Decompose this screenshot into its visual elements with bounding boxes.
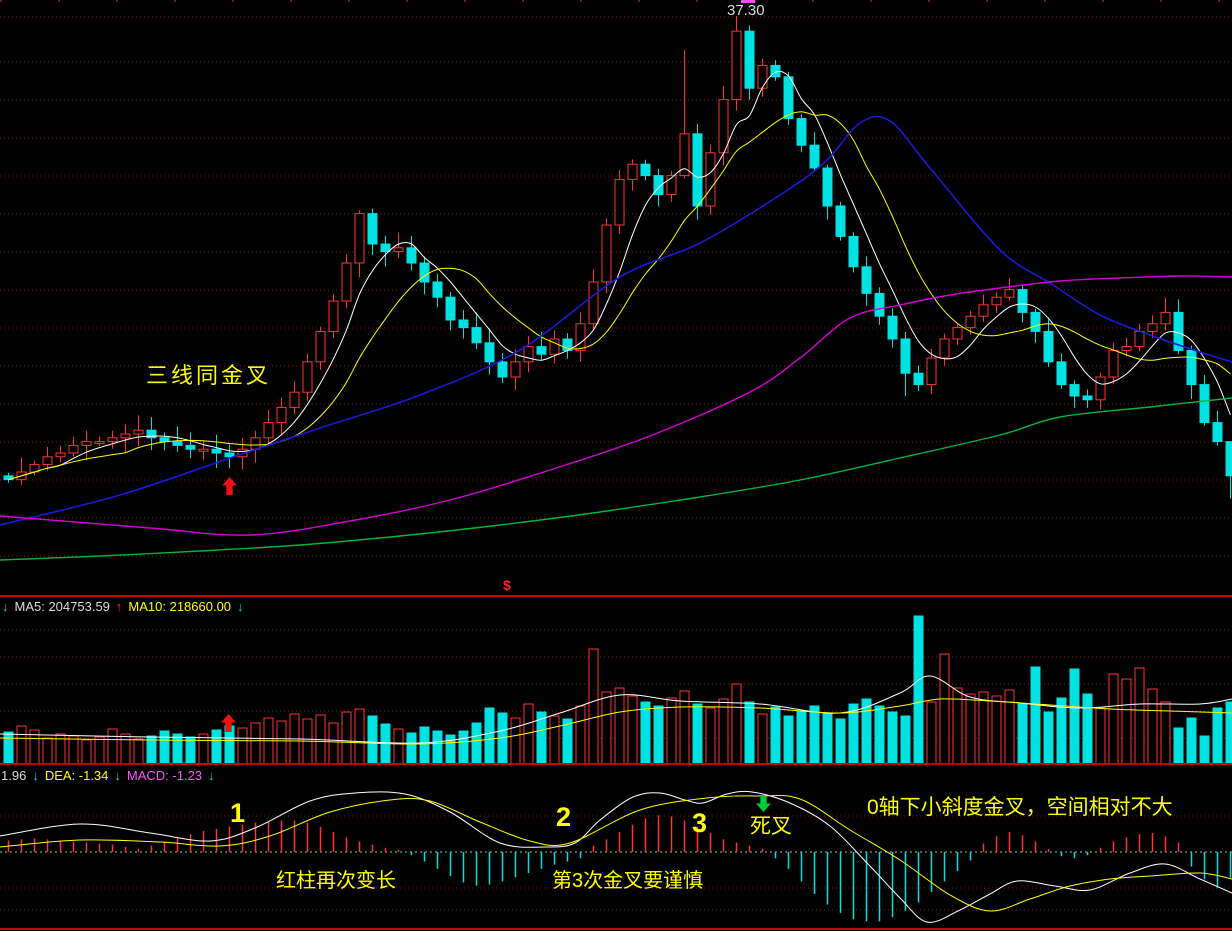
buy-signal-up-arrow-icon: [222, 477, 237, 500]
macd-histogram-layer: [9, 815, 1231, 921]
volume-ma5-up-arrow-icon: ↑: [116, 599, 123, 614]
golden-cross-1-label: 1: [230, 800, 245, 827]
macd-dea-label: DEA: -1.34: [45, 768, 109, 783]
red-bars-note: 红柱再次变长: [276, 871, 396, 891]
chart-canvas[interactable]: [0, 0, 1232, 931]
third-cross-note: 第3次金叉要谨慎: [552, 871, 703, 891]
volume-lead-down-arrow-icon: ↓: [2, 599, 9, 614]
macd-down-arrow-icon: ↓: [208, 768, 215, 783]
golden-cross-annotation: 三线同金叉: [146, 365, 271, 387]
macd-value-label: MACD: -1.23: [127, 768, 202, 783]
death-cross-down-arrow-icon: [756, 796, 771, 817]
death-cross-label: 死叉: [750, 816, 792, 837]
macd-indicator-labels: 1.96 ↓ DEA: -1.34 ↓ MACD: -1.23 ↓: [1, 768, 215, 783]
volume-ma5-label: MA5: 204753.59: [15, 599, 110, 614]
volume-indicator-labels: ↓ MA5: 204753.59 ↑ MA10: 218660.00 ↓: [2, 599, 244, 614]
dividend-marker: $: [503, 578, 511, 592]
golden-cross-3-label: 3: [692, 810, 707, 837]
golden-cross-2-label: 2: [556, 804, 571, 831]
zero-axis-note: 0轴下小斜度金叉，空间相对不大: [867, 797, 1173, 818]
ma-lines-layer: [0, 71, 1232, 560]
volume-ma10-label: MA10: 218660.00: [128, 599, 231, 614]
stock-chart-app: 37.30 三线同金叉 $ ↓ MA5: 204753.59 ↑ MA10: 2…: [0, 0, 1232, 931]
macd-dif-down-arrow-icon: ↓: [32, 768, 39, 783]
volume-bars-layer: [4, 616, 1232, 764]
volume-ma10-down-arrow-icon: ↓: [237, 599, 244, 614]
volume-signal-up-arrow-icon: [221, 714, 236, 737]
candles-layer: [4, 16, 1232, 499]
macd-dea-down-arrow-icon: ↓: [114, 768, 121, 783]
macd-dif-value: 1.96: [1, 768, 26, 783]
peak-price-label: 37.30: [727, 3, 765, 18]
